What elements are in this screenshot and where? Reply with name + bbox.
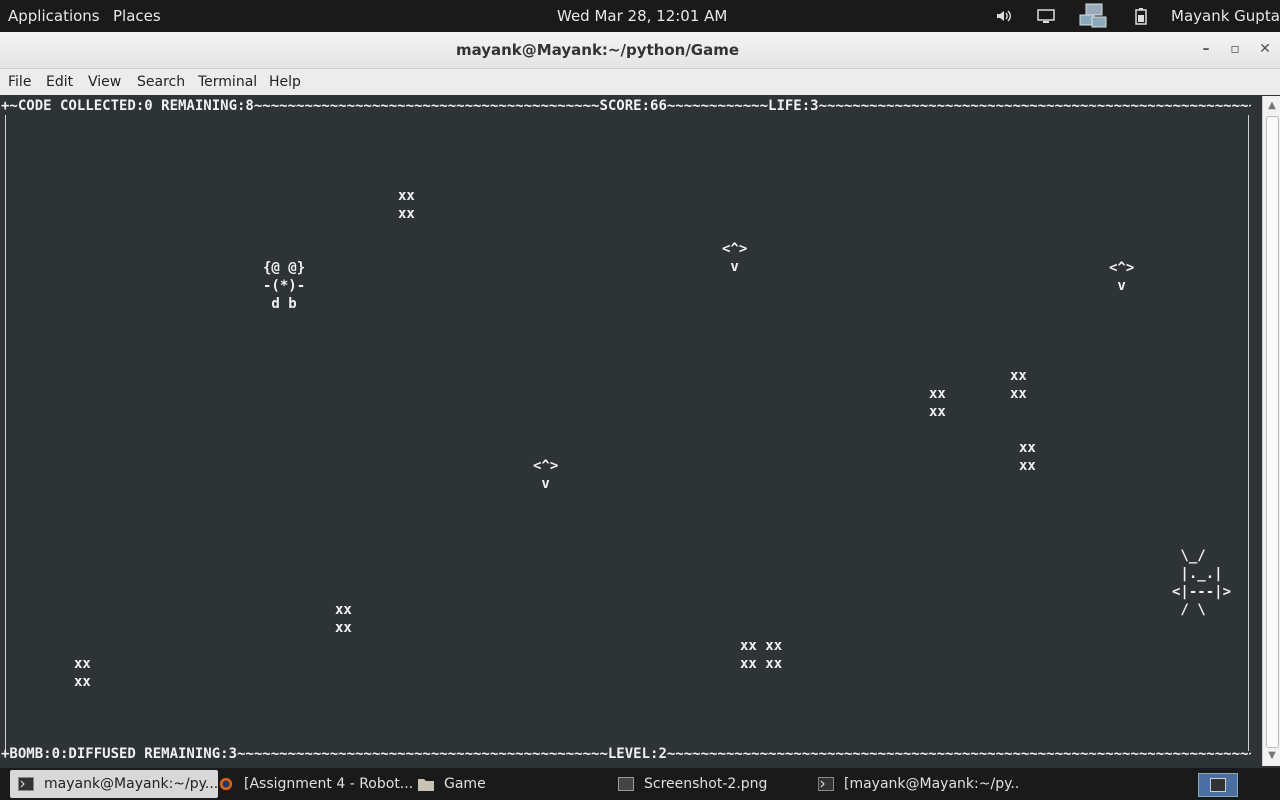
bomb-item: <^> v (533, 458, 559, 492)
folder-icon (418, 779, 434, 791)
terminal-area[interactable]: +~CODE COLLECTED:0 REMAINING:8~~~~~~~~~~… (0, 96, 1262, 766)
network-icon[interactable] (1078, 3, 1110, 29)
menubar: File Edit View Search Terminal Help (0, 69, 1280, 95)
task-label: Screenshot-2.png (644, 776, 768, 792)
menu-help[interactable]: Help (269, 69, 301, 95)
places-menu[interactable]: Places (113, 0, 161, 32)
terminal-scrollbar[interactable]: ▲ ▼ (1262, 96, 1280, 766)
task-label: [Assignment 4 - Robot... (244, 776, 414, 792)
task-label: [mayank@Mayank:~/py... (844, 776, 1018, 792)
image-icon (618, 777, 634, 791)
code-item: xx xx (335, 602, 352, 636)
menu-file[interactable]: File (8, 69, 31, 95)
volume-icon[interactable] (995, 7, 1013, 25)
code-item: xx xx xx xx (740, 638, 783, 672)
scroll-up-icon[interactable]: ▲ (1266, 100, 1278, 112)
menu-view[interactable]: View (88, 69, 121, 95)
battery-icon[interactable] (1134, 7, 1148, 25)
menu-edit[interactable]: Edit (46, 69, 73, 95)
code-item: xx xx (1019, 440, 1036, 474)
taskbar: mayank@Mayank:~/py... [Assignment 4 - Ro… (0, 768, 1280, 800)
scroll-down-icon[interactable]: ▼ (1266, 750, 1278, 762)
window-titlebar[interactable]: mayank@Mayank:~/python/Game (0, 32, 1280, 69)
bomb-item: <^> v (722, 241, 748, 275)
menu-search[interactable]: Search (137, 69, 185, 95)
scroll-thumb[interactable] (1266, 116, 1279, 748)
enemy-sprite: {@ @} -(*)- d b (263, 260, 306, 312)
workspace-icon (1210, 778, 1226, 792)
menu-terminal[interactable]: Terminal (198, 69, 257, 95)
code-item: xx xx (1010, 368, 1027, 402)
display-icon[interactable] (1037, 7, 1055, 25)
clock[interactable]: Wed Mar 28, 12:01 AM (557, 0, 727, 32)
task-game-folder[interactable]: Game (410, 770, 618, 798)
terminal-icon (18, 777, 34, 791)
left-wall (5, 115, 7, 751)
minimize-icon[interactable]: – (1192, 36, 1220, 62)
top-panel: Applications Places Wed Mar 28, 12:01 AM… (0, 0, 1280, 32)
game-status-top: +~CODE COLLECTED:0 REMAINING:8~~~~~~~~~~… (1, 98, 1251, 114)
code-item: xx xx (398, 188, 415, 222)
robot-player: \_/ |._.| <|---|> / \ (1172, 548, 1232, 618)
code-item: xx xx (929, 386, 946, 420)
code-item: xx xx (74, 656, 91, 690)
task-label: mayank@Mayank:~/py... (44, 776, 218, 792)
workspace-switcher[interactable] (1198, 773, 1238, 797)
right-wall (1248, 115, 1250, 751)
task-screenshot[interactable]: Screenshot-2.png (610, 770, 818, 798)
firefox-icon (219, 777, 233, 791)
maximize-icon[interactable]: ▫ (1221, 36, 1249, 62)
task-terminal-2[interactable]: [mayank@Mayank:~/py... (810, 770, 1018, 798)
task-label: Game (444, 776, 486, 792)
close-icon[interactable]: ✕ (1251, 36, 1279, 62)
bomb-item: <^> v (1109, 260, 1135, 294)
user-menu[interactable]: Mayank Gupta (1171, 0, 1280, 32)
terminal-icon (818, 777, 834, 791)
window-title: mayank@Mayank:~/python/Game (455, 41, 740, 59)
applications-menu[interactable]: Applications (8, 0, 100, 32)
game-status-bottom: +BOMB:0:DIFFUSED REMAINING:3~~~~~~~~~~~~… (1, 746, 1251, 762)
task-terminal-active[interactable]: mayank@Mayank:~/py... (10, 770, 218, 798)
task-firefox[interactable]: [Assignment 4 - Robot... (210, 770, 418, 798)
